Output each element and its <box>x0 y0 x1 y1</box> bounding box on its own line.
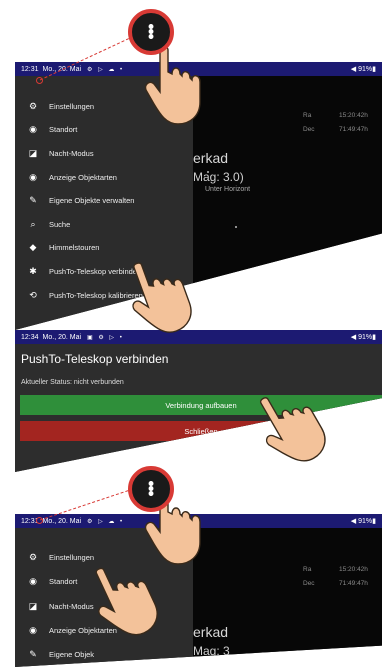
menu-tap-target <box>36 77 43 84</box>
menu-tap-target <box>36 517 43 524</box>
star-dot <box>207 171 209 173</box>
menu-item-pushto-kalibrieren[interactable]: ⟲ PushTo-Teleskop kalibrieren <box>15 285 193 305</box>
status-date: Mo., 20. Mai <box>42 333 82 341</box>
menu-item-eigene-objekte[interactable]: ✎ Eigene Objekte verwalten <box>15 190 193 210</box>
status-bar: 12:34 Mo., 20. Mai ▣ ⚙ ▷ • ◀ 91%▮ <box>15 330 382 344</box>
eye-icon: ◉ <box>29 171 37 182</box>
star-map[interactable]: Ra 15:20:42h Dec 71:49:47h erkad Mag: 3.… <box>193 76 382 330</box>
dialog-title: PushTo-Teleskop verbinden <box>21 352 169 366</box>
menu-item-label: Nacht-Modus <box>49 148 94 158</box>
status-bar: 12:31 Mo., 20. Mai ⚙ ▷ ☁ • ◀ 91%▮ <box>15 62 382 76</box>
tour-icon: ◆ <box>29 241 37 252</box>
dec-value: 71:49:47h <box>339 580 368 587</box>
screenshot-drawer-open: 12:31 Mo., 20. Mai ⚙ ▷ ☁ • ◀ 91%▮ Ra 15:… <box>15 62 382 330</box>
menu-item-label: Einstellungen <box>49 101 95 111</box>
dec-value: 71:49:47h <box>339 126 368 133</box>
ra-label: Ra <box>303 566 312 573</box>
gear-icon: ⚙ <box>28 100 38 111</box>
star-dot <box>235 226 237 228</box>
star-name[interactable]: erkad <box>193 624 228 640</box>
night-mode-icon: ◪ <box>28 600 38 611</box>
star-name[interactable]: erkad <box>193 150 228 166</box>
menu-item-einstellungen[interactable]: ⚙ Einstellungen <box>15 96 193 116</box>
status-icons: ⚙ ▷ ☁ • <box>87 518 125 525</box>
menu-item-eigene-objekte[interactable]: ✎ Eigene Objek <box>15 644 193 664</box>
search-icon: ⌕ <box>30 218 36 229</box>
menu-item-einstellungen[interactable]: ⚙ Einstellungen <box>15 547 193 567</box>
connection-status: Aktueller Status: nicht verbunden <box>21 379 124 386</box>
menu-item-nacht-modus[interactable]: ◪ Nacht-Modus <box>15 143 193 163</box>
status-time: 12:34 <box>21 333 39 341</box>
location-icon: ◉ <box>29 123 37 134</box>
eye-icon: ◉ <box>29 624 37 635</box>
menu-item-label: Eigene Objekte verwalten <box>49 195 135 205</box>
overflow-menu-callout[interactable]: • • • <box>128 466 174 512</box>
menu-item-nacht-modus[interactable]: ◪ Nacht-Modus <box>15 596 193 616</box>
menu-item-label: PushTo-Teleskop kalibrieren <box>49 290 143 300</box>
connect-button[interactable]: Verbindung aufbauen <box>20 395 382 415</box>
status-date: Mo., 20. Mai <box>42 65 82 73</box>
menu-item-pushto-verbinden[interactable]: ✱ PushTo-Teleskop verbinden <box>15 261 193 281</box>
menu-item-suche[interactable]: ⌕ Suche <box>15 214 193 234</box>
more-vert-icon: • • • <box>147 473 155 504</box>
star-magnitude: Mag: 3 <box>193 644 230 658</box>
wrench-icon: ✎ <box>29 648 37 659</box>
menu-item-label: Einstellungen <box>49 552 95 562</box>
battery-indicator: ◀ 91%▮ <box>350 518 376 525</box>
navigation-drawer: ⚙ Einstellungen ◉ Standort ◪ Nacht-Modus… <box>15 76 193 330</box>
menu-item-label: Anzeige Objektarten <box>49 625 117 635</box>
location-icon: ◉ <box>29 575 37 586</box>
bluetooth-icon: ✱ <box>29 265 37 276</box>
overflow-menu-callout[interactable]: • • • <box>128 9 174 55</box>
dec-label: Dec <box>303 126 315 133</box>
star-map[interactable]: Ra 15:20:42h Dec 71:49:47h erkad Mag: 3 <box>193 528 382 667</box>
star-magnitude: Mag: 3.0) <box>193 170 244 184</box>
status-bar: 12:31 Mo., 20. Mai ⚙ ▷ ☁ • ◀ 91%▮ <box>15 514 382 528</box>
menu-item-label: Suche <box>49 219 71 229</box>
menu-item-label: Standort <box>49 576 78 586</box>
screenshot-drawer-settings: 12:31 Mo., 20. Mai ⚙ ▷ ☁ • ◀ 91%▮ Ra 15:… <box>15 514 382 667</box>
menu-item-label: PushTo-Teleskop verbinden <box>49 266 142 276</box>
close-button[interactable]: Schließen <box>20 421 382 441</box>
menu-item-himmelstouren[interactable]: ◆ Himmelstouren <box>15 237 193 257</box>
menu-item-label: Standort <box>49 124 78 134</box>
battery-indicator: ◀ 91%▮ <box>350 66 376 73</box>
gear-icon: ⚙ <box>28 551 38 562</box>
ra-value: 15:20:42h <box>339 566 368 573</box>
screenshot-connect-dialog: 12:34 Mo., 20. Mai ▣ ⚙ ▷ • ◀ 91%▮ PushTo… <box>15 330 382 472</box>
menu-item-label: Anzeige Objektarten <box>49 172 117 182</box>
menu-item-label: Himmelstouren <box>49 242 100 252</box>
status-time: 12:31 <box>21 65 39 73</box>
night-mode-icon: ◪ <box>28 147 38 158</box>
status-date: Mo., 20. Mai <box>42 517 82 525</box>
status-icons: ▣ ⚙ ▷ • <box>87 334 124 341</box>
ra-value: 15:20:42h <box>339 112 368 119</box>
status-icons: ⚙ ▷ ☁ • <box>87 66 125 73</box>
ra-label: Ra <box>303 112 312 119</box>
more-vert-icon: • • • <box>147 16 155 47</box>
battery-indicator: ◀ 91%▮ <box>350 334 376 341</box>
menu-item-anzeige-objektarten[interactable]: ◉ Anzeige Objektarten <box>15 620 193 640</box>
menu-item-label: Nacht-Modus <box>49 601 94 611</box>
menu-item-label: Eigene Objek <box>49 649 95 659</box>
wrench-icon: ✎ <box>29 194 37 205</box>
dec-label: Dec <box>303 580 315 587</box>
menu-item-standort[interactable]: ◉ Standort <box>15 119 193 139</box>
menu-item-standort[interactable]: ◉ Standort <box>15 571 193 591</box>
navigation-drawer: ⚙ Einstellungen ◉ Standort ◪ Nacht-Modus… <box>15 528 193 667</box>
horizon-label: Unter Horizont <box>205 186 251 193</box>
menu-item-anzeige-objektarten[interactable]: ◉ Anzeige Objektarten <box>15 167 193 187</box>
calibrate-icon: ⟲ <box>29 289 37 300</box>
